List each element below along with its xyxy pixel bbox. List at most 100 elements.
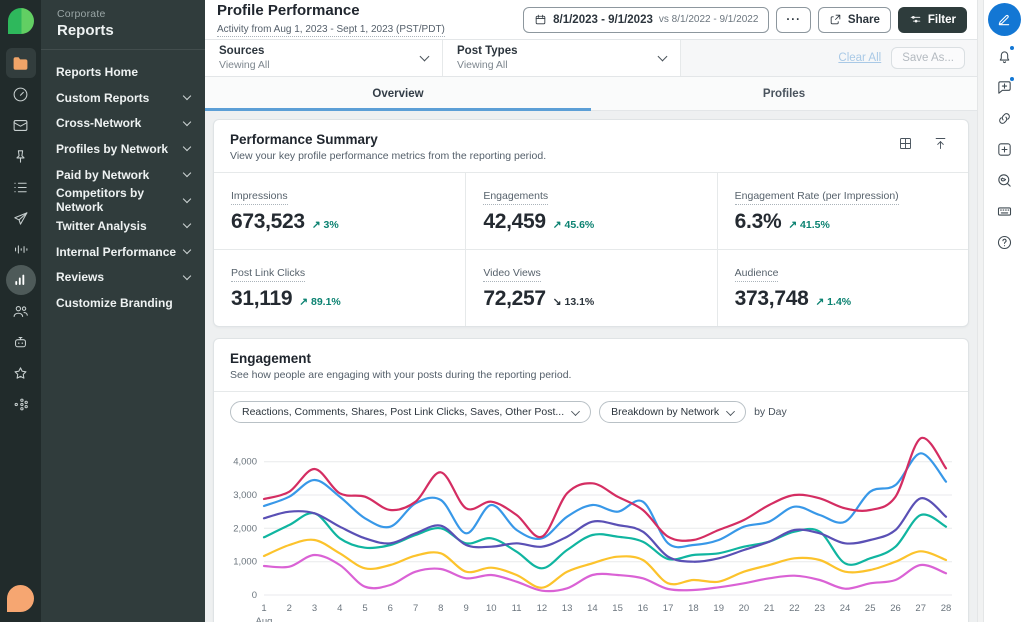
chevron-down-icon (182, 220, 192, 229)
chevron-down-icon (182, 168, 192, 178)
pin-icon[interactable] (6, 141, 36, 171)
compose-icon (998, 14, 1010, 25)
share-icon (830, 14, 841, 25)
page-header: Profile Performance Activity from Aug 1,… (205, 0, 977, 40)
metric-value: 373,748 (734, 287, 809, 310)
engagement-subtitle: See how people are engaging with your po… (230, 369, 572, 381)
sidebar-item-cross-network[interactable]: Cross-Network (41, 110, 205, 136)
chevron-down-icon (182, 143, 192, 152)
svg-text:4: 4 (337, 603, 342, 614)
star-icon[interactable] (6, 358, 36, 388)
user-avatar[interactable] (7, 585, 34, 612)
metric-post-link-clicks: Post Link Clicks 31,119 ↗ 89.1% (214, 249, 466, 326)
profile-search-icon (997, 173, 1011, 187)
sidebar-item-label: Internal Performance (56, 244, 177, 259)
sidebar-item-reports-home[interactable]: Reports Home (41, 59, 205, 85)
metric-label[interactable]: Post Link Clicks (231, 267, 306, 282)
breakdown-select-value: Breakdown by Network (611, 406, 720, 418)
page-title: Profile Performance (217, 2, 360, 19)
svg-text:1,000: 1,000 (233, 557, 257, 568)
engagement-line-chart[interactable]: 01,0002,0003,0004,0001 2 3 4 5 6 7 8 9 10 11 12 13 14… (224, 429, 956, 622)
chevron-down-icon (419, 51, 430, 62)
vertical-scrollbar[interactable] (977, 0, 984, 622)
metric-audience: Audience 373,748 ↗ 1.4% (716, 249, 968, 326)
link-button[interactable] (993, 107, 1015, 129)
filter-button[interactable]: Filter (897, 6, 967, 33)
list-icon[interactable] (6, 172, 36, 202)
engagement-card: Engagement See how people are engaging w… (213, 338, 969, 622)
right-icon-rail (984, 0, 1024, 622)
sidebar-item-paid-by-network[interactable]: Paid by Network (41, 162, 205, 188)
compose-button[interactable] (987, 3, 1021, 36)
date-range-label: 8/1/2023 - 9/1/2023 (553, 13, 653, 26)
performance-summary-card: Performance Summary View your key profil… (213, 119, 969, 327)
save-as-button[interactable]: Save As... (891, 47, 965, 69)
clear-all-link[interactable]: Clear All (838, 52, 881, 64)
share-button[interactable]: Share (817, 6, 891, 33)
metric-value: 42,459 (483, 210, 546, 233)
svg-text:14: 14 (587, 603, 598, 614)
svg-text:23: 23 (814, 603, 825, 614)
waveform-icon[interactable] (6, 234, 36, 264)
feedback-button[interactable] (993, 76, 1015, 98)
tab-profiles[interactable]: Profiles (591, 77, 977, 110)
breakdown-select-dropdown[interactable]: Breakdown by Network (599, 401, 747, 423)
notifications-button[interactable] (993, 45, 1015, 67)
svg-text:10: 10 (486, 603, 497, 614)
date-range-button[interactable]: 8/1/2023 - 9/1/2023 vs 8/1/2022 - 9/1/20… (523, 6, 770, 33)
sidebar-item-label: Reviews (56, 270, 105, 285)
metric-label[interactable]: Impressions (231, 190, 288, 205)
people-icon[interactable] (6, 296, 36, 326)
sidebar-header: Corporate Reports (41, 0, 205, 50)
paper-plane-icon[interactable] (6, 203, 36, 233)
sidebar-item-twitter-analysis[interactable]: Twitter Analysis (41, 213, 205, 239)
metric-label[interactable]: Video Views (483, 267, 541, 282)
profile-search-button[interactable] (993, 169, 1015, 191)
bar-chart-icon[interactable] (5, 265, 36, 295)
sidebar-item-customize-branding[interactable]: Customize Branding (41, 290, 205, 316)
sources-filter[interactable]: Sources Viewing All (205, 40, 443, 76)
svg-text:7: 7 (413, 603, 418, 614)
svg-text:6: 6 (388, 603, 393, 614)
svg-text:13: 13 (562, 603, 573, 614)
svg-text:3,000: 3,000 (233, 490, 257, 501)
metric-label[interactable]: Engagement Rate (per Impression) (734, 190, 899, 205)
sidebar-item-custom-reports[interactable]: Custom Reports (41, 85, 205, 111)
sidebar-item-label: Paid by Network (56, 167, 150, 182)
robot-icon[interactable] (6, 327, 36, 357)
metric-change: ↘ 13.1% (552, 296, 595, 308)
metric-value: 72,257 (483, 287, 546, 310)
series-tiktok-line (262, 452, 948, 549)
more-options-button[interactable]: ··· (776, 6, 811, 33)
chevron-down-icon (182, 117, 192, 126)
metric-label[interactable]: Audience (734, 267, 779, 282)
table-view-icon[interactable] (898, 136, 913, 151)
inbox-icon[interactable] (6, 110, 36, 140)
help-button[interactable] (993, 231, 1015, 253)
export-icon[interactable] (933, 136, 948, 151)
filter-icon (910, 15, 921, 23)
network-icon[interactable] (6, 389, 36, 419)
sidebar-item-internal-performance[interactable]: Internal Performance (41, 239, 205, 265)
add-widget-button[interactable] (993, 138, 1015, 160)
svg-text:22: 22 (789, 603, 800, 614)
reports-folder-icon[interactable] (5, 48, 36, 78)
metric-value: 31,119 (231, 287, 293, 310)
chevron-down-icon (657, 51, 668, 62)
app-window: Corporate Reports Reports Home Custom Re… (0, 0, 1024, 622)
engagement-chart-wrap: 0 1,000 2,000 3,000 4,000 1 2 3 4 5 6 7 8 9 10 11 12 13 14… (214, 429, 968, 622)
tab-overview[interactable]: Overview (205, 77, 591, 111)
metric-label[interactable]: Engagements (483, 190, 549, 205)
engagement-titles: Engagement See how people are engaging w… (230, 351, 571, 381)
metric-select-value: Reactions, Comments, Shares, Post Link C… (242, 406, 565, 418)
gauge-icon[interactable] (6, 79, 36, 109)
keyboard-shortcuts-button[interactable] (993, 200, 1015, 222)
metric-select-dropdown[interactable]: Reactions, Comments, Shares, Post Link C… (230, 401, 592, 423)
post-types-filter[interactable]: Post Types Viewing All (443, 40, 681, 76)
metric-video-views: Video Views 72,257 ↘ 13.1% (465, 249, 717, 326)
sidebar-item-profiles-by-network[interactable]: Profiles by Network (41, 136, 205, 162)
sidebar-item-competitors-by-network[interactable]: Competitors by Network (41, 186, 205, 214)
svg-text:21: 21 (764, 603, 775, 614)
sidebar-item-reviews[interactable]: Reviews (41, 265, 205, 291)
sidebar-item-label: Customize Branding (56, 296, 173, 311)
